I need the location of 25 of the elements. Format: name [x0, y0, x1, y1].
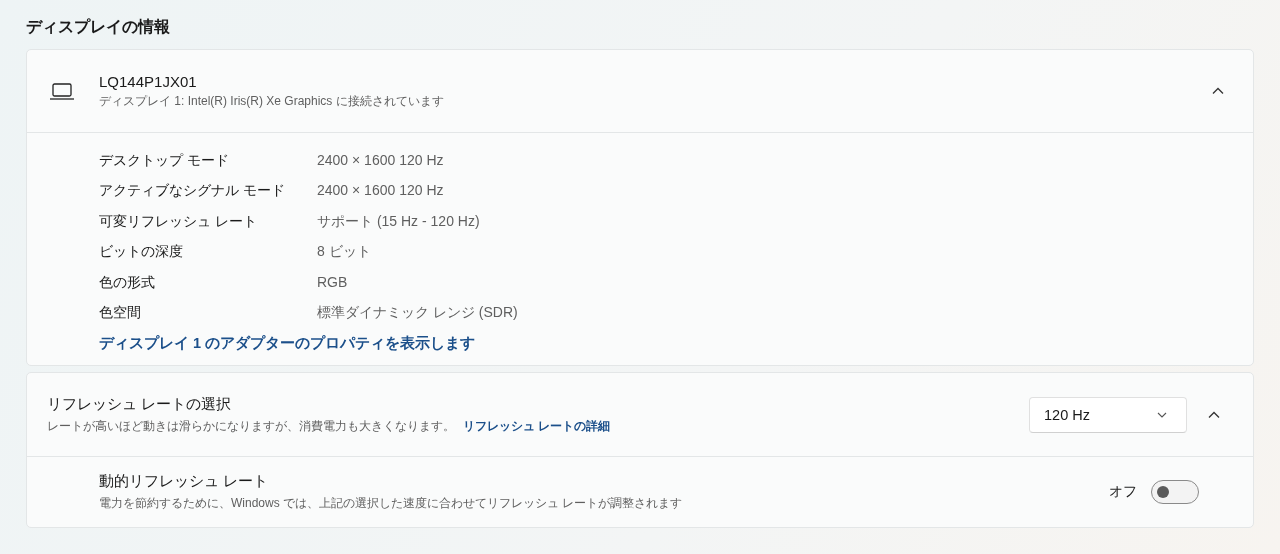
refresh-rate-title: リフレッシュ レートの選択 — [47, 394, 233, 414]
property-label: 色空間 — [99, 303, 142, 323]
property-label: 可変リフレッシュ レート — [99, 211, 258, 231]
refresh-rate-details-link[interactable]: リフレッシュ レートの詳細 — [463, 418, 611, 433]
refresh-rate-dropdown[interactable]: 120 Hz — [1029, 396, 1187, 433]
adapter-properties-link[interactable]: ディスプレイ 1 のアダプターのプロパティを表示します — [99, 327, 476, 360]
property-value: RGB — [317, 272, 349, 292]
property-label: デスクトップ モード — [99, 151, 230, 170]
dynamic-refresh-title: 動的リフレッシュ レート — [99, 472, 270, 492]
property-value: 標準ダイナミック レンジ (SDR) — [317, 303, 518, 323]
dynamic-refresh-description: 電力を節約するために、Windows では、上記の選択した速度に合わせてリフレッシュ レートが調整されます — [99, 495, 684, 513]
property-value: 8 ビット — [317, 242, 372, 262]
section-title: ディスプレイの情報 — [26, 17, 171, 37]
property-label: 色の形式 — [99, 272, 156, 292]
refresh-rate-description: レートが高いほど動きは滑らかになりますが、消費電力も大きくなります。 リフレッシュ レートの詳細 — [47, 417, 612, 435]
laptop-icon — [49, 81, 75, 101]
property-value: 2400 × 1600 120 Hz — [317, 181, 445, 201]
property-label: ビットの深度 — [99, 242, 184, 262]
display-subtitle: ディスプレイ 1: Intel(R) Iris(R) Xe Graphics に接続されています — [99, 92, 445, 110]
dynamic-refresh-toggle[interactable] — [1151, 480, 1199, 505]
toggle-state-label: オフ — [1109, 483, 1137, 502]
property-value: サポート (15 Hz - 120 Hz) — [317, 211, 481, 231]
property-label: アクティブなシグナル モード — [99, 181, 286, 201]
display-name: LQ144P1JX01 — [99, 72, 198, 90]
property-value: 2400 × 1600 120 Hz — [317, 151, 445, 170]
